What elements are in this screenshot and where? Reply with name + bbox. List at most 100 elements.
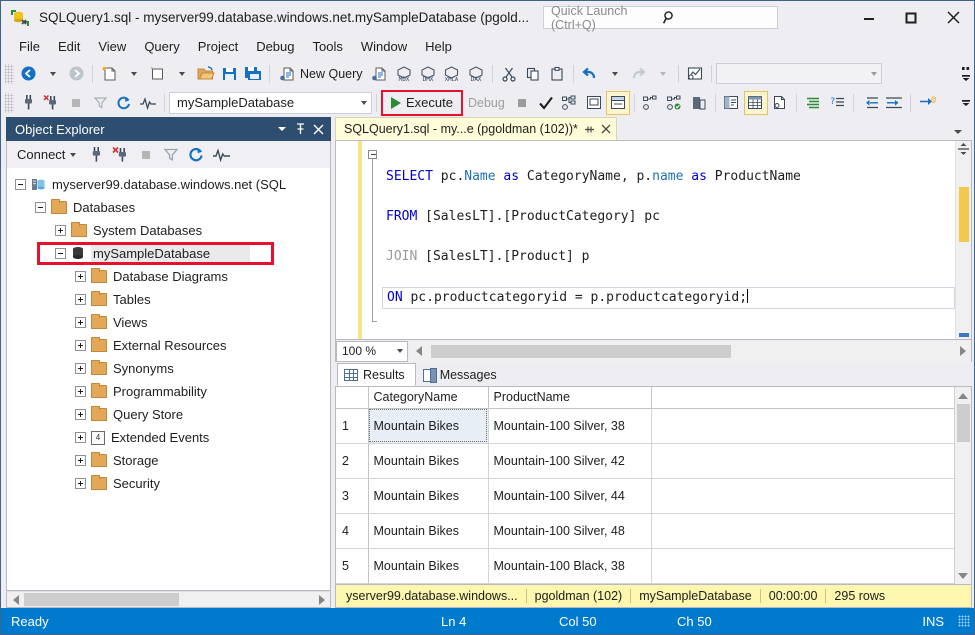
tab-sqlquery1[interactable]: SQLQuery1.sql - my...e (pgoldman (102))*: [335, 117, 617, 140]
results-to-file-icon[interactable]: [768, 91, 792, 115]
menu-debug[interactable]: Debug: [247, 36, 303, 57]
maximize-button[interactable]: [890, 1, 932, 34]
menu-project[interactable]: Project: [189, 36, 247, 57]
scroll-track[interactable]: [427, 344, 954, 359]
col-header-rownum[interactable]: [336, 387, 368, 408]
toolbar-grip-2[interactable]: [5, 93, 14, 113]
oe-connect-icon[interactable]: [84, 143, 108, 167]
cancel-executing-query-icon[interactable]: [510, 91, 534, 115]
scroll-down-arrow-icon[interactable]: [955, 567, 972, 584]
editor-zoom-selector[interactable]: 100 %: [336, 341, 408, 362]
uncomment-lines-icon[interactable]: ?: [825, 91, 849, 115]
oe-stop-icon[interactable]: [134, 143, 158, 167]
undo-dropdown[interactable]: [602, 62, 626, 86]
tree-node-system-databases[interactable]: System Databases: [7, 219, 330, 242]
new-dax-query-icon[interactable]: DAX: [464, 62, 488, 86]
table-row[interactable]: 4 Mountain Bikes Mountain-100 Silver, 48: [336, 513, 954, 548]
refresh-icon[interactable]: [112, 91, 136, 115]
expander-plus-icon[interactable]: [75, 363, 86, 374]
fold-collapse-icon[interactable]: [368, 150, 377, 159]
tree-node-extended-events[interactable]: 4 Extended Events: [7, 426, 330, 449]
toolbar-overflow-button[interactable]: [958, 60, 974, 88]
table-row[interactable]: 1 Mountain Bikes Mountain-100 Silver, 38: [336, 408, 954, 443]
col-header-productname[interactable]: ProductName: [488, 387, 651, 408]
menu-file[interactable]: File: [10, 36, 49, 57]
menu-tools[interactable]: Tools: [304, 36, 352, 57]
close-button[interactable]: [932, 1, 974, 34]
tree-node-tables[interactable]: Tables: [7, 288, 330, 311]
tab-list-dropdown-icon[interactable]: [952, 127, 972, 140]
expander-minus-icon[interactable]: [15, 179, 26, 190]
scroll-left-arrow-icon[interactable]: [410, 344, 427, 359]
editor-horizontal-scrollbar[interactable]: [410, 341, 971, 362]
scroll-thumb[interactable]: [957, 404, 970, 442]
editor-fold-column[interactable]: [362, 141, 382, 339]
increase-indent-icon[interactable]: [882, 91, 906, 115]
expander-plus-icon[interactable]: [75, 478, 86, 489]
cell-categoryname[interactable]: Mountain Bikes: [368, 443, 488, 478]
new-xmla-query-icon[interactable]: XMLA: [440, 62, 464, 86]
toolbar-grip[interactable]: [5, 64, 14, 84]
tree-node-external-resources[interactable]: External Resources: [7, 334, 330, 357]
navigate-back-button[interactable]: [16, 62, 40, 86]
cell-productname[interactable]: Mountain-100 Silver, 44: [488, 478, 651, 513]
minimize-button[interactable]: [848, 1, 890, 34]
new-query-db-icon[interactable]: [368, 62, 392, 86]
tree-node-views[interactable]: Views: [7, 311, 330, 334]
chevron-down-icon[interactable]: [361, 101, 367, 105]
tree-node-database-diagrams[interactable]: Database Diagrams: [7, 265, 330, 288]
cell-productname[interactable]: Mountain-100 Black, 38: [488, 548, 651, 583]
table-row[interactable]: 3 Mountain Bikes Mountain-100 Silver, 44: [336, 478, 954, 513]
new-mdx-query-icon[interactable]: MDX: [392, 62, 416, 86]
filter-icon[interactable]: [88, 91, 112, 115]
menu-edit[interactable]: Edit: [49, 36, 89, 57]
connect-icon[interactable]: [16, 91, 40, 115]
panel-close-icon[interactable]: [309, 119, 327, 139]
table-row[interactable]: 5 Mountain Bikes Mountain-100 Black, 38: [336, 548, 954, 583]
object-explorer-horizontal-scrollbar[interactable]: [6, 591, 331, 608]
quick-launch-input[interactable]: Quick Launch (Ctrl+Q): [543, 6, 778, 29]
undo-icon[interactable]: [578, 62, 602, 86]
redo-dropdown[interactable]: [650, 62, 674, 86]
query-options-icon[interactable]: [582, 91, 606, 115]
results-to-text-icon[interactable]: [720, 91, 744, 115]
tab-pin-icon[interactable]: [584, 124, 595, 135]
scroll-track[interactable]: [955, 404, 972, 567]
cell-productname[interactable]: Mountain-100 Silver, 42: [488, 443, 651, 478]
new-project-dropdown[interactable]: [121, 62, 145, 86]
menu-query[interactable]: Query: [135, 36, 188, 57]
tree-node-databases[interactable]: Databases: [7, 196, 330, 219]
menu-help[interactable]: Help: [416, 36, 461, 57]
cut-icon[interactable]: [497, 62, 521, 86]
comment-lines-icon[interactable]: [801, 91, 825, 115]
object-explorer-tree[interactable]: myserver99.database.windows.net (SQL Dat…: [6, 168, 331, 591]
expander-minus-icon[interactable]: [35, 202, 46, 213]
tree-node-synonyms[interactable]: Synonyms: [7, 357, 330, 380]
oe-filter-icon[interactable]: [159, 143, 183, 167]
disconnect-icon[interactable]: [40, 91, 64, 115]
expander-plus-icon[interactable]: [75, 432, 86, 443]
tab-messages[interactable]: Messages: [416, 364, 508, 386]
new-dmx-query-icon[interactable]: DMX: [416, 62, 440, 86]
results-to-grid-icon[interactable]: [744, 91, 768, 115]
cell-productname[interactable]: Mountain-100 Silver, 38: [488, 408, 651, 443]
execute-button[interactable]: Execute: [385, 93, 459, 112]
scroll-right-arrow-icon[interactable]: [954, 344, 971, 359]
tab-close-icon[interactable]: [601, 124, 611, 134]
copy-icon[interactable]: [521, 62, 545, 86]
sql-editor[interactable]: SELECT pc.Name as CategoryName, p.name a…: [335, 140, 972, 340]
database-selector[interactable]: mySampleDatabase: [169, 92, 372, 114]
table-row[interactable]: 2 Mountain Bikes Mountain-100 Silver, 42: [336, 443, 954, 478]
connect-button[interactable]: Connect: [13, 145, 80, 164]
scroll-track[interactable]: [24, 592, 313, 607]
resize-grip-icon[interactable]: [958, 615, 970, 627]
expander-plus-icon[interactable]: [55, 225, 66, 236]
editor-code-area[interactable]: SELECT pc.Name as CategoryName, p.name a…: [382, 141, 955, 339]
cell-categoryname[interactable]: Mountain Bikes: [368, 548, 488, 583]
save-all-icon[interactable]: [241, 62, 265, 86]
expander-plus-icon[interactable]: [75, 386, 86, 397]
tree-node-mysampledatabase[interactable]: mySampleDatabase: [7, 242, 330, 265]
include-live-stats-icon[interactable]: [663, 91, 687, 115]
scroll-up-arrow-icon[interactable]: [955, 387, 972, 404]
expander-plus-icon[interactable]: [75, 317, 86, 328]
